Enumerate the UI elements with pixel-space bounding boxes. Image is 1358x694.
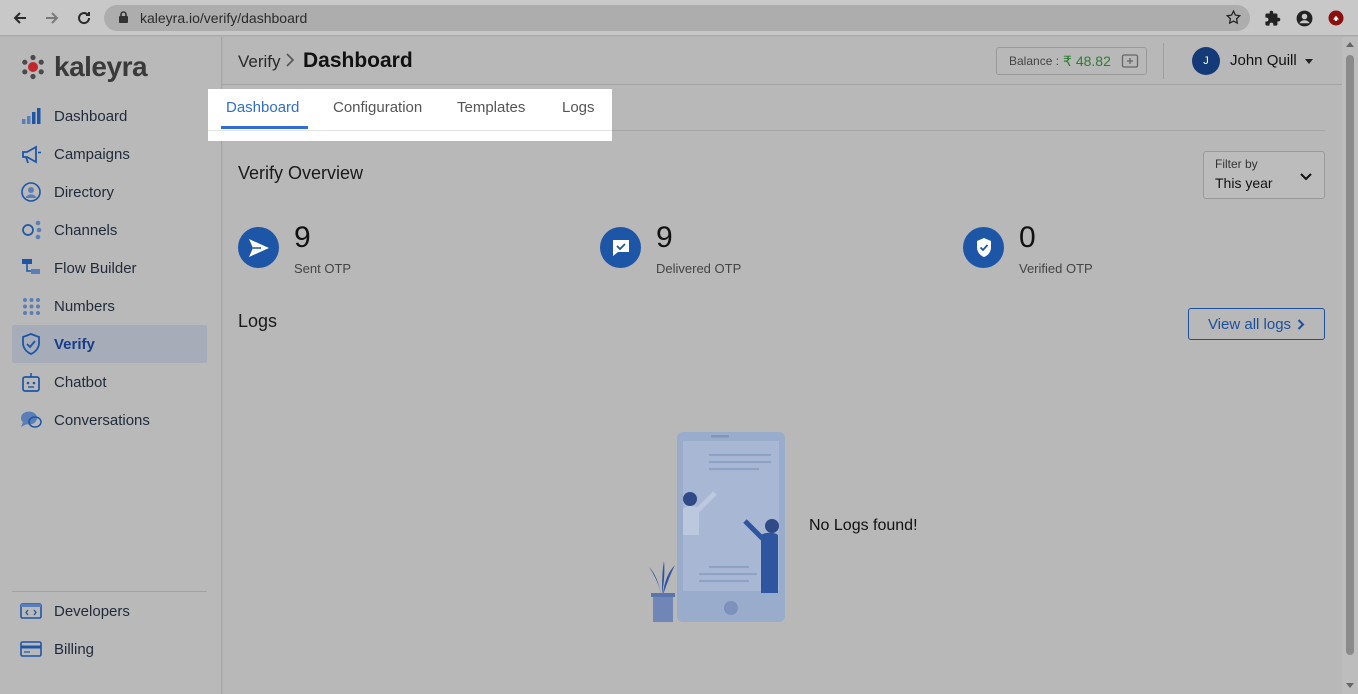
- brand-name: kaleyra: [54, 51, 148, 82]
- profile-icon[interactable]: [1294, 8, 1314, 28]
- kaleyra-logo[interactable]: kaleyra: [20, 51, 148, 83]
- lock-icon: [118, 11, 129, 29]
- bookmark-star-icon[interactable]: [1225, 9, 1242, 31]
- chevron-down-icon: [1300, 168, 1312, 186]
- tabs-inner-divider: [208, 130, 612, 131]
- dialpad-icon: [20, 295, 42, 317]
- scroll-up-icon[interactable]: [1346, 42, 1354, 47]
- empty-logs-illustration: [643, 427, 793, 632]
- sidebar-item-chatbot[interactable]: Chatbot: [12, 363, 207, 401]
- header-divider: [1163, 43, 1164, 79]
- page-header: Verify Dashboard Balance : ₹ 48.82 J Joh…: [223, 37, 1342, 85]
- sidebar-item-label: Campaigns: [54, 145, 130, 163]
- sidebar-item-directory[interactable]: Directory: [12, 173, 207, 211]
- forward-icon[interactable]: [42, 8, 62, 28]
- sidebar-item-dashboard[interactable]: Dashboard: [12, 97, 207, 135]
- stat-label: Sent OTP: [294, 261, 352, 276]
- address-bar[interactable]: kaleyra.io/verify/dashboard: [104, 5, 1250, 31]
- balance-amount: ₹ 48.82: [1063, 52, 1111, 69]
- sidebar-bottom-nav: Developers Billing: [12, 592, 207, 668]
- stat-value: 0: [1019, 221, 1036, 254]
- sidebar-nav: Dashboard Campaigns Directory Channels F…: [12, 97, 207, 439]
- sidebar-item-label: Verify: [54, 335, 95, 353]
- filter-dropdown[interactable]: Filter by This year: [1203, 151, 1325, 199]
- scroll-down-icon[interactable]: [1346, 683, 1354, 688]
- filter-label: Filter by: [1215, 157, 1258, 171]
- sidebar-item-flow-builder[interactable]: Flow Builder: [12, 249, 207, 287]
- sidebar-item-developers[interactable]: Developers: [12, 592, 207, 630]
- main-content: Verify Dashboard Balance : ₹ 48.82 J Joh…: [208, 37, 1342, 694]
- page-scrollbar[interactable]: [1342, 37, 1358, 694]
- scrollbar-thumb[interactable]: [1346, 55, 1354, 655]
- sidebar-item-billing[interactable]: Billing: [12, 630, 207, 668]
- view-all-logs-label: View all logs: [1207, 315, 1292, 333]
- sidebar-item-campaigns[interactable]: Campaigns: [12, 135, 207, 173]
- balance-widget[interactable]: Balance : ₹ 48.82: [996, 47, 1147, 75]
- recharge-icon[interactable]: [1121, 53, 1139, 69]
- send-icon: [238, 227, 279, 268]
- sidebar-item-verify[interactable]: Verify: [12, 325, 207, 363]
- card-icon: [20, 638, 42, 660]
- browser-toolbar: kaleyra.io/verify/dashboard: [0, 0, 1358, 36]
- verified-shield-icon: [963, 227, 1004, 268]
- sidebar: kaleyra Dashboard Campaigns Directory Ch…: [0, 37, 222, 694]
- delivered-message-icon: [600, 227, 641, 268]
- sidebar-item-label: Channels: [54, 221, 118, 239]
- sidebar-item-label: Developers: [54, 602, 130, 620]
- user-menu-caret-icon[interactable]: [1305, 59, 1313, 64]
- chat-bubbles-icon: [20, 409, 42, 431]
- contact-icon: [20, 181, 42, 203]
- user-name[interactable]: John Quill: [1230, 52, 1297, 69]
- sidebar-item-label: Conversations: [54, 411, 150, 429]
- sidebar-item-label: Flow Builder: [54, 259, 137, 277]
- sidebar-item-numbers[interactable]: Numbers: [12, 287, 207, 325]
- shield-check-icon: [20, 333, 42, 355]
- bot-icon: [20, 371, 42, 393]
- breadcrumb-parent[interactable]: Verify: [238, 52, 281, 72]
- bar-chart-icon: [20, 105, 42, 127]
- sidebar-item-conversations[interactable]: Conversations: [12, 401, 207, 439]
- url-text: kaleyra.io/verify/dashboard: [140, 10, 308, 26]
- tab-templates[interactable]: Templates: [457, 99, 525, 116]
- balance-label: Balance :: [1009, 54, 1060, 68]
- stat-label: Verified OTP: [1019, 261, 1093, 276]
- tab-logs[interactable]: Logs: [562, 99, 595, 116]
- breadcrumb-chevron-icon: [285, 52, 295, 72]
- reload-icon[interactable]: [74, 8, 94, 28]
- logs-title: Logs: [238, 311, 278, 331]
- filter-value: This year: [1215, 175, 1273, 191]
- avatar[interactable]: J: [1192, 47, 1220, 75]
- stat-value: 9: [656, 221, 673, 254]
- code-icon: [20, 600, 42, 622]
- megaphone-icon: [20, 143, 42, 165]
- channels-icon: [20, 219, 42, 241]
- sidebar-item-label: Chatbot: [54, 373, 107, 391]
- sidebar-item-label: Numbers: [54, 297, 115, 315]
- tab-dashboard[interactable]: Dashboard: [226, 99, 299, 116]
- extension-badge-icon[interactable]: [1326, 8, 1346, 28]
- empty-logs-message: No Logs found!: [809, 517, 918, 534]
- stat-value: 9: [294, 221, 311, 254]
- extensions-puzzle-icon[interactable]: [1262, 8, 1282, 28]
- active-tab-indicator: [221, 126, 308, 129]
- stat-label: Delivered OTP: [656, 261, 742, 276]
- tab-configuration[interactable]: Configuration: [333, 99, 422, 116]
- sidebar-item-label: Dashboard: [54, 107, 128, 125]
- flow-icon: [20, 257, 42, 279]
- page-title: Dashboard: [303, 49, 413, 72]
- chevron-right-icon: [1297, 318, 1305, 330]
- sidebar-item-label: Billing: [54, 640, 95, 658]
- overview-title: Verify Overview: [238, 163, 364, 183]
- sidebar-item-label: Directory: [54, 183, 115, 201]
- sidebar-item-channels[interactable]: Channels: [12, 211, 207, 249]
- back-icon[interactable]: [10, 8, 30, 28]
- kaleyra-logo-icon: [22, 54, 44, 80]
- view-all-logs-button[interactable]: View all logs: [1188, 308, 1325, 340]
